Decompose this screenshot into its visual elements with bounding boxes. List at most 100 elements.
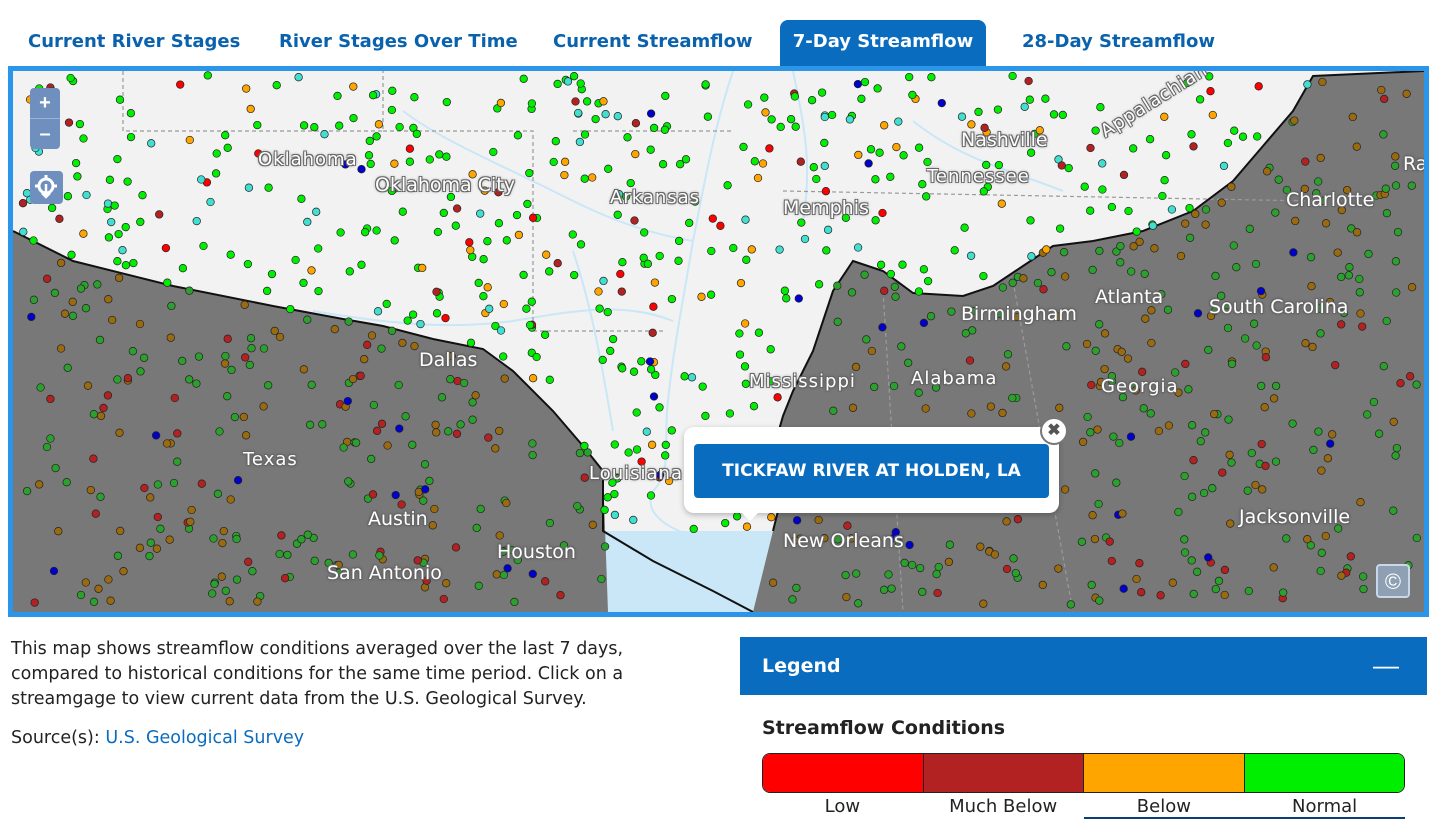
streamgage-dot[interactable] bbox=[976, 542, 985, 551]
streamgage-dot[interactable] bbox=[1118, 509, 1127, 518]
streamgage-dot[interactable] bbox=[541, 577, 550, 586]
streamgage-dot[interactable] bbox=[73, 172, 82, 181]
streamgage-dot[interactable] bbox=[701, 411, 710, 421]
streamgage-dot[interactable] bbox=[1140, 269, 1149, 278]
streamgage-dot[interactable] bbox=[89, 597, 99, 606]
streamgage-dot[interactable] bbox=[588, 173, 597, 182]
streamgage-dot[interactable] bbox=[1219, 161, 1229, 171]
streamgage-dot[interactable] bbox=[1199, 488, 1209, 498]
streamgage-dot[interactable] bbox=[145, 551, 154, 561]
streamgage-dot[interactable] bbox=[649, 123, 659, 133]
streamgage-dot[interactable] bbox=[1116, 258, 1125, 267]
streamgage-dot[interactable] bbox=[1220, 590, 1229, 600]
streamgage-dot[interactable] bbox=[1346, 552, 1355, 561]
streamgage-dot[interactable] bbox=[240, 300, 249, 309]
streamgage-dot[interactable] bbox=[432, 309, 442, 318]
streamgage-dot[interactable] bbox=[267, 269, 277, 279]
streamgage-dot[interactable] bbox=[549, 157, 558, 167]
streamgage-dot[interactable] bbox=[646, 365, 656, 374]
streamgage-dot[interactable] bbox=[410, 341, 419, 351]
streamgage-dot[interactable] bbox=[1389, 506, 1398, 515]
streamgage-dot[interactable] bbox=[545, 375, 554, 384]
streamgage-dot[interactable] bbox=[439, 594, 448, 604]
streamgage-dot[interactable] bbox=[540, 330, 550, 339]
streamgage-dot[interactable] bbox=[735, 350, 745, 359]
streamgage-dot[interactable] bbox=[689, 524, 698, 534]
streamgage-dot[interactable] bbox=[76, 284, 86, 293]
streamgage-dot[interactable] bbox=[485, 304, 494, 313]
streamgage-dot[interactable] bbox=[588, 520, 597, 529]
streamgage-dot[interactable] bbox=[1189, 142, 1198, 151]
streamgage-dot[interactable] bbox=[1008, 393, 1017, 403]
streamgage-dot[interactable] bbox=[476, 504, 485, 514]
streamgage-dot[interactable] bbox=[580, 130, 590, 139]
source-link[interactable]: U.S. Geological Survey bbox=[105, 728, 304, 748]
streamgage-dot[interactable] bbox=[887, 584, 896, 593]
streamgage-dot[interactable] bbox=[1258, 485, 1267, 494]
streamgage-dot[interactable] bbox=[203, 71, 212, 80]
streamgage-dot[interactable] bbox=[1218, 468, 1227, 477]
streamgage-dot[interactable] bbox=[697, 292, 706, 301]
streamgage-dot[interactable] bbox=[646, 145, 655, 154]
streamgage-dot[interactable] bbox=[646, 491, 656, 500]
streamgage-dot[interactable] bbox=[703, 112, 713, 121]
streamgage-dot[interactable] bbox=[600, 542, 610, 551]
streamgage-dot[interactable] bbox=[723, 181, 732, 190]
streamgage-dot[interactable] bbox=[1129, 144, 1138, 153]
streamgage-dot[interactable] bbox=[104, 233, 114, 242]
streamgage-dot[interactable] bbox=[47, 203, 57, 213]
streamgage-dot[interactable] bbox=[661, 91, 670, 101]
streamgage-dot[interactable] bbox=[742, 522, 752, 531]
streamgage-dot[interactable] bbox=[1094, 499, 1103, 509]
streamgage-dot[interactable] bbox=[842, 592, 851, 602]
streamgage-dot[interactable] bbox=[62, 478, 71, 487]
streamgage-dot[interactable] bbox=[270, 326, 279, 336]
streamgage-dot[interactable] bbox=[221, 351, 230, 361]
streamgage-dot[interactable] bbox=[937, 98, 946, 108]
streamgage-dot[interactable] bbox=[66, 73, 75, 83]
streamgage-dot[interactable] bbox=[967, 409, 976, 418]
streamgage-dot[interactable] bbox=[1244, 586, 1253, 596]
streamgage-dot[interactable] bbox=[35, 480, 44, 489]
streamgage-dot[interactable] bbox=[432, 287, 441, 296]
streamgage-dot[interactable] bbox=[1208, 110, 1217, 120]
streamgage-dot[interactable] bbox=[368, 490, 378, 499]
streamgage-dot[interactable] bbox=[878, 323, 887, 332]
streamgage-dot[interactable] bbox=[476, 209, 485, 218]
streamgage-dot[interactable] bbox=[500, 374, 509, 383]
streamgage-dot[interactable] bbox=[1321, 531, 1330, 541]
streamgage-dot[interactable] bbox=[908, 560, 917, 570]
streamgage-dot[interactable] bbox=[367, 454, 376, 464]
streamgage-dot[interactable] bbox=[1391, 257, 1401, 266]
streamgage-dot[interactable] bbox=[1138, 367, 1147, 376]
streamgage-dot[interactable] bbox=[775, 245, 784, 254]
streamgage-dot[interactable] bbox=[194, 352, 204, 361]
streamgage-dot[interactable] bbox=[1091, 469, 1100, 478]
streamgage-dot[interactable] bbox=[1160, 112, 1169, 121]
streamgage-dot[interactable] bbox=[582, 97, 592, 106]
streamgage-dot[interactable] bbox=[1100, 329, 1110, 338]
streamgage-dot[interactable] bbox=[773, 393, 782, 402]
streamgage-dot[interactable] bbox=[218, 538, 227, 548]
streamgage-dot[interactable] bbox=[403, 316, 412, 325]
streamgage-dot[interactable] bbox=[187, 505, 196, 515]
streamgage-dot[interactable] bbox=[495, 531, 504, 540]
download-button[interactable] bbox=[30, 171, 63, 204]
streamgage-dot[interactable] bbox=[1407, 283, 1417, 292]
streamgage-dot[interactable] bbox=[1352, 228, 1362, 237]
streamgage-dot[interactable] bbox=[1223, 323, 1233, 333]
streamgage-dot[interactable] bbox=[821, 187, 831, 196]
streamgage-dot[interactable] bbox=[115, 95, 125, 104]
streamgage-dot[interactable] bbox=[1217, 198, 1226, 207]
streamgage-dot[interactable] bbox=[660, 125, 670, 134]
streamgage-dot[interactable] bbox=[239, 412, 248, 422]
streamgage-dot[interactable] bbox=[1225, 450, 1234, 459]
streamgage-dot[interactable] bbox=[809, 163, 818, 172]
streamgage-dot[interactable] bbox=[1077, 537, 1087, 546]
streamgage-dot[interactable] bbox=[721, 518, 730, 528]
streamgage-dot[interactable] bbox=[345, 267, 354, 276]
streamgage-dot[interactable] bbox=[215, 427, 224, 436]
streamgage-dot[interactable] bbox=[519, 270, 528, 280]
streamgage-dot[interactable] bbox=[349, 113, 358, 123]
streamgage-dot[interactable] bbox=[1379, 362, 1388, 371]
